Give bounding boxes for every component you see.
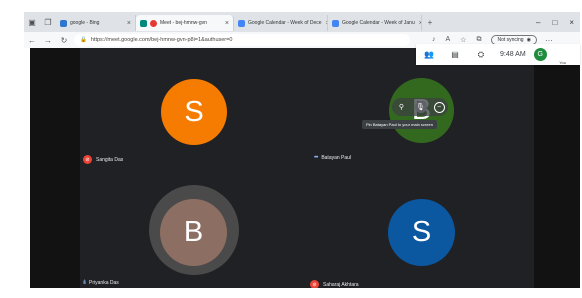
screen: ▣ ❐ google - Bing × Meet - bej-hmnw-gvn … (0, 0, 582, 298)
calendar-icon (332, 19, 339, 27)
url-field[interactable]: 🔒 https://meet.google.com/bej-hmnw-gvn-p… (74, 34, 410, 46)
speaking-indicator-icon: ıIı (83, 280, 86, 286)
tab-bing[interactable]: google - Bing × (56, 15, 136, 31)
refresh-icon[interactable]: ↻ (56, 36, 72, 45)
tab-meet[interactable]: Meet - bej-hmnw-gvn × (136, 15, 234, 31)
avatar-initial: B (183, 216, 204, 248)
participant-avatar: S (388, 199, 455, 266)
clock: 9:48 AM (500, 51, 526, 58)
read-aloud-icon[interactable]: A (446, 36, 451, 44)
collections-icon[interactable]: ⧉ (476, 36, 481, 44)
recording-icon (150, 19, 157, 27)
avatar-initial: S (184, 95, 204, 128)
profile-icon: ◉ (526, 37, 531, 43)
participant-avatar: S (161, 79, 227, 145)
lock-icon: 🔒 (80, 37, 87, 43)
mic-off-icon: ⊘ (83, 155, 92, 164)
bing-icon (60, 19, 67, 27)
url-text: https://meet.google.com/bej-hmnw-gvn-p8i… (90, 37, 233, 43)
participant-label: ⊘ Sangita Das (83, 155, 123, 164)
participant-name: Saharaj Akhtara (323, 281, 359, 288)
close-window-icon[interactable]: × (569, 18, 574, 27)
tooltip: Pin Batayan Paul to your main screen (362, 120, 437, 129)
self-label: You (559, 60, 566, 65)
tab-calendar-dec[interactable]: Google Calendar - Week of Dece × (234, 15, 328, 31)
right-margin (534, 48, 580, 296)
workspaces-icon[interactable]: ▣ (24, 18, 40, 27)
tab-label: Google Calendar - Week of Janu (342, 20, 415, 26)
meet-icon (140, 19, 147, 27)
participant-label: ıIı Priyanka Das (83, 280, 119, 286)
tab-label: Google Calendar - Week of Dece (248, 20, 322, 26)
maximize-icon[interactable]: □ (552, 18, 557, 27)
speaking-indicator-icon: ••• (314, 155, 318, 161)
back-icon[interactable]: ← (24, 36, 40, 45)
sync-label: Not syncing (497, 37, 524, 43)
left-margin (30, 48, 80, 296)
people-icon[interactable]: 👥 (416, 50, 442, 59)
forward-icon[interactable]: → (40, 36, 56, 45)
window-controls: – □ × (536, 18, 580, 27)
tile-hover-controls: ⚲ 🎙 − (392, 98, 448, 116)
chat-icon[interactable]: ▤ (442, 50, 468, 59)
new-tab-button[interactable]: + (422, 18, 438, 27)
calendar-icon (238, 19, 245, 27)
mute-participant-icon[interactable]: 🎙 (414, 101, 427, 113)
favorite-icon[interactable]: ☆ (460, 36, 466, 44)
minimize-icon[interactable]: – (536, 18, 540, 27)
close-icon[interactable]: × (415, 20, 421, 27)
browser-tab-bar: ▣ ❐ google - Bing × Meet - bej-hmnw-gvn … (24, 12, 580, 32)
remove-icon[interactable]: − (433, 101, 445, 113)
participant-name: Sangita Das (96, 156, 124, 163)
participant-avatar: B (160, 199, 227, 266)
participant-name: Batayan Paul (321, 155, 352, 161)
mic-permission-icon[interactable]: ♪ (432, 36, 436, 44)
self-avatar[interactable]: G (533, 48, 547, 61)
address-bar-icons: ♪ A ☆ ⧉ (432, 36, 481, 44)
meet-top-controls: 👥 ▤ ⛭ 9:48 AM G You (416, 44, 580, 65)
tab-label: Meet - bej-hmnw-gvn (160, 20, 207, 26)
tab-calendar-jan[interactable]: Google Calendar - Week of Janu × (328, 15, 422, 31)
participant-name: Priyanka Das (89, 280, 119, 286)
bottom-strip (30, 288, 580, 298)
close-icon[interactable]: × (123, 20, 131, 27)
participant-label: ••• Batayan Paul (314, 155, 351, 161)
pin-icon[interactable]: ⚲ (396, 101, 408, 113)
close-icon[interactable]: × (221, 20, 229, 27)
meet-stage (30, 48, 580, 296)
tab-actions-icon[interactable]: ❐ (40, 18, 56, 27)
tab-label: google - Bing (70, 20, 100, 26)
activities-icon[interactable]: ⛭ (468, 50, 494, 60)
avatar-initial: S (411, 216, 432, 248)
